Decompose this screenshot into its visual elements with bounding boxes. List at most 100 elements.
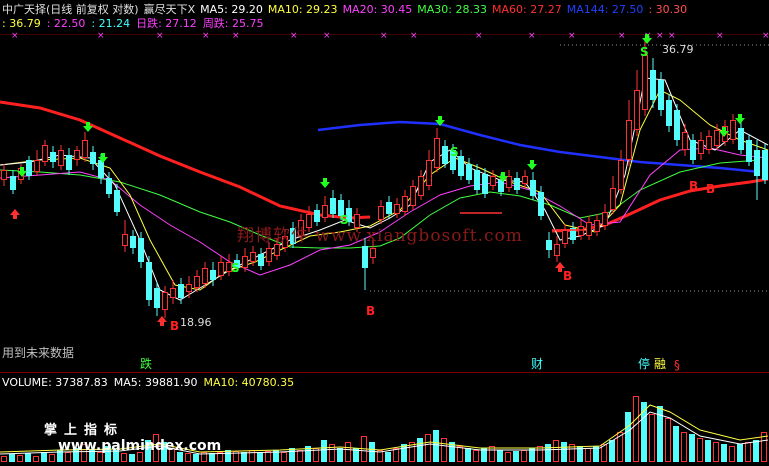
x-marker: × <box>568 31 576 41</box>
signal-b-label: B <box>706 182 715 196</box>
volume-bar <box>633 396 639 462</box>
x-marker: × <box>323 31 331 41</box>
candle-body <box>106 178 112 194</box>
candle-body <box>418 176 424 196</box>
candle-body <box>402 196 408 212</box>
volume-bar <box>17 455 23 462</box>
candle-body <box>474 170 480 190</box>
signal-up-arrow <box>10 209 20 219</box>
candle-body <box>74 150 80 160</box>
candle-body <box>90 152 96 164</box>
candle-body <box>50 152 56 162</box>
watermark-zhangshang: 掌上指标 <box>44 423 125 438</box>
tag-s: § <box>674 358 680 372</box>
volume-bar <box>121 453 127 462</box>
candle-body <box>634 90 640 130</box>
candle-body <box>194 276 200 288</box>
volume-bar <box>729 446 735 462</box>
candle-body <box>378 206 384 220</box>
candle-body <box>26 160 32 176</box>
volume-bar <box>25 453 31 462</box>
volume-bar <box>625 412 631 462</box>
volume-bar <box>705 440 711 462</box>
candle-body <box>546 240 552 250</box>
volume-bar <box>185 453 191 462</box>
volume-bar <box>681 432 687 462</box>
candle-body <box>266 248 272 262</box>
volume-bar <box>513 451 519 462</box>
candle-body <box>410 186 416 206</box>
candle-body <box>330 198 336 214</box>
signal-b-label: B <box>366 304 375 318</box>
candle-body <box>394 204 400 214</box>
volume-bar <box>257 452 263 462</box>
candle-body <box>114 190 120 212</box>
candle-body <box>506 176 512 188</box>
candle-body <box>482 174 488 194</box>
volume-bar <box>265 451 271 462</box>
candle-body <box>202 268 208 284</box>
volume-bar <box>1 456 7 462</box>
volume-stat-1: MA5: 39881.90 <box>113 376 198 389</box>
candle-body <box>426 160 432 186</box>
x-marker: × <box>232 31 240 41</box>
candle-body <box>34 160 40 172</box>
candle-body <box>666 100 672 126</box>
volume-bar <box>129 454 135 462</box>
candle-body <box>458 156 464 176</box>
x-marker: × <box>156 31 164 41</box>
volume-bar <box>713 442 719 462</box>
candle-body <box>210 270 216 280</box>
volume-bar <box>33 456 39 462</box>
x-marker: × <box>475 31 483 41</box>
candle-body <box>490 176 496 186</box>
candle-body <box>754 150 760 176</box>
volume-bar <box>585 448 591 462</box>
candle-body <box>466 164 472 180</box>
volume-bar <box>545 444 551 462</box>
candle-body <box>154 288 160 308</box>
candle-body <box>562 230 568 244</box>
high-price-label: 36.79 <box>662 43 694 56</box>
volume-bar <box>457 446 463 462</box>
candle-body <box>82 140 88 158</box>
candle-body <box>578 226 584 236</box>
volume-bar <box>321 440 327 462</box>
candle-body <box>66 155 72 170</box>
volume-bar <box>673 426 679 462</box>
candle-body <box>698 140 704 154</box>
future-data-note: 用到未来数据 <box>2 346 75 360</box>
candle-body <box>650 70 656 100</box>
volume-bar <box>753 440 759 462</box>
candle-body <box>690 140 696 160</box>
volume-bar <box>41 452 47 462</box>
candle-body <box>274 244 280 256</box>
candle-body <box>362 246 368 268</box>
volume-bar <box>745 442 751 462</box>
x-marker: × <box>290 31 298 41</box>
x-marker: × <box>762 31 769 41</box>
volume-bar <box>649 414 655 462</box>
candle-body <box>738 128 744 150</box>
candle-body <box>762 150 768 180</box>
candle-body <box>538 192 544 216</box>
candle-body <box>530 180 536 196</box>
volume-bar <box>537 446 543 462</box>
candle-body <box>242 256 248 268</box>
candle-body <box>130 236 136 248</box>
candle-body <box>258 254 264 266</box>
signal-down-arrow <box>320 178 330 188</box>
volume-bar <box>553 440 559 462</box>
candle-body <box>42 145 48 162</box>
candle-body <box>626 120 632 160</box>
x-marker: × <box>618 31 626 41</box>
volume-bar <box>345 442 351 462</box>
candle-body <box>146 262 152 300</box>
volume-bar <box>665 418 671 462</box>
candle-body <box>714 130 720 146</box>
candle-body <box>138 238 144 262</box>
volume-bar <box>209 453 215 462</box>
tag-rong: 融 <box>654 357 667 371</box>
volume-bar <box>289 448 295 462</box>
signal-b-label: B <box>563 269 572 283</box>
